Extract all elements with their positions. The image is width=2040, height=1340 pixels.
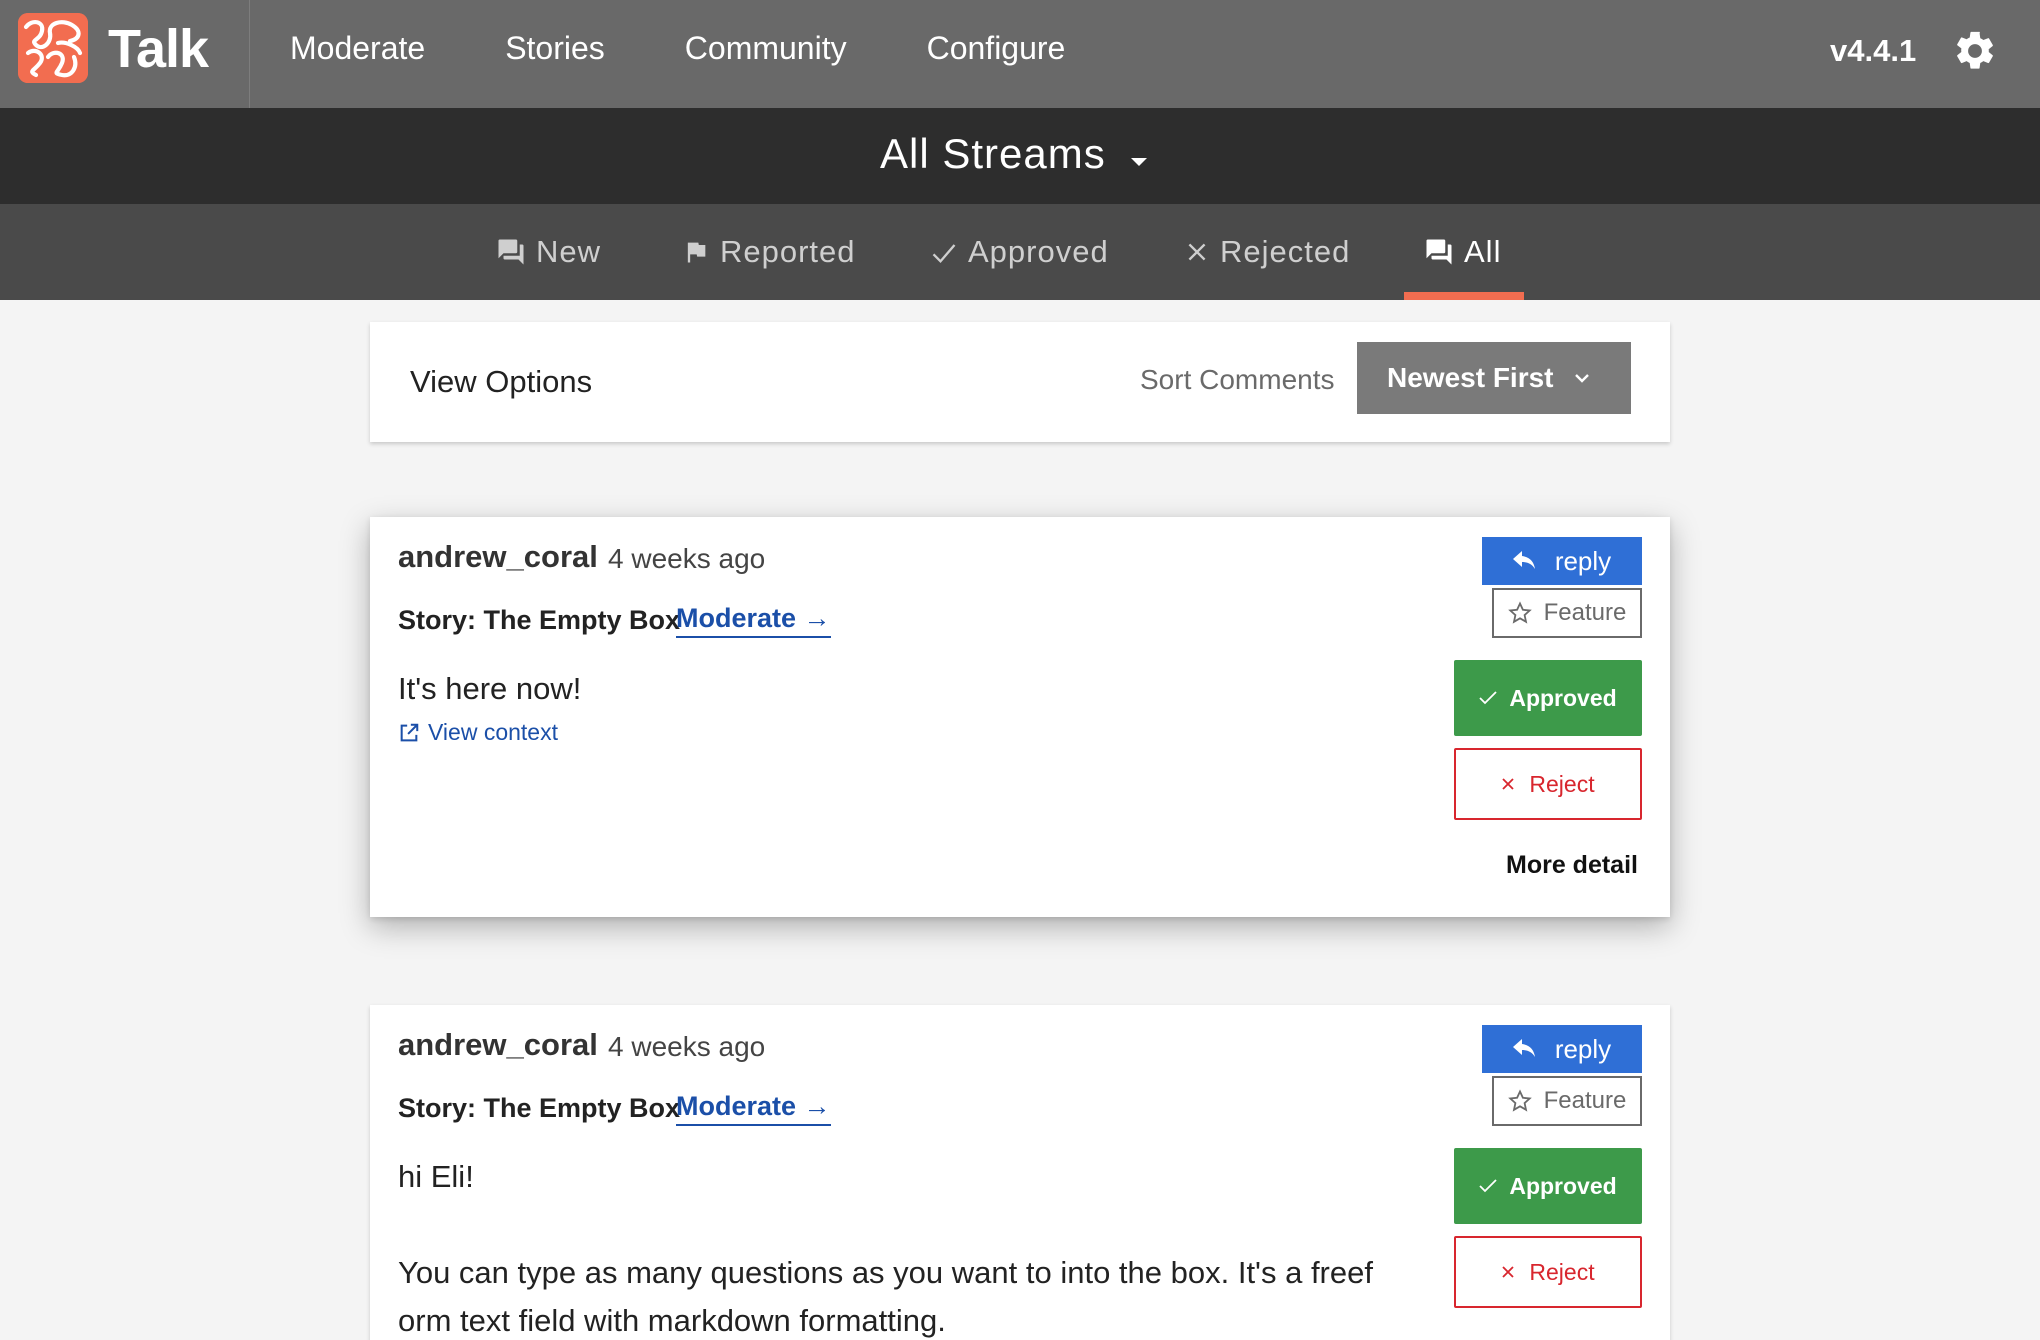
star-icon	[1507, 1089, 1532, 1112]
tab-rejected-label: Rejected	[1220, 234, 1351, 269]
close-icon	[1502, 778, 1515, 790]
reply-label: reply	[1554, 545, 1612, 576]
main-nav: Moderate Stories Community Configure	[290, 30, 1145, 67]
more-detail-link[interactable]: More detail	[1506, 851, 1638, 880]
view-options-title: View Options	[410, 364, 593, 399]
sort-comments-label: Sort Comments	[1140, 364, 1335, 395]
tab-approved-label: Approved	[968, 234, 1109, 269]
reject-button[interactable]: Reject	[1454, 1236, 1642, 1308]
top-header: Talk Moderate Stories Community Configur…	[0, 0, 2040, 108]
nav-community[interactable]: Community	[685, 30, 847, 67]
version-label: v4.4.1	[1830, 33, 1917, 68]
moderate-story-link[interactable]: Moderate →	[676, 603, 831, 638]
feature-label: Feature	[1543, 599, 1627, 626]
comment-timestamp: 4 weeks ago	[608, 543, 766, 574]
reply-label: reply	[1554, 1033, 1612, 1064]
approved-label: Approved	[1509, 684, 1617, 711]
close-icon	[1502, 1266, 1515, 1278]
active-tab-indicator	[1404, 292, 1524, 300]
moderation-tabs: New Reported Approved Rejected All	[0, 204, 2040, 300]
comment-card: andrew_coral 4 weeks ago Story: The Empt…	[370, 1005, 1670, 1340]
app-name: Talk	[108, 19, 209, 79]
moderate-story-link[interactable]: Moderate →	[676, 1091, 831, 1126]
check-icon	[1479, 1179, 1497, 1193]
comment-story: Story: The Empty Box	[398, 1093, 681, 1123]
flag-icon	[687, 242, 706, 263]
talk-logo-icon	[18, 13, 88, 83]
feature-button[interactable]: Feature	[1492, 588, 1642, 638]
approved-label: Approved	[1509, 1172, 1617, 1199]
comment-card: andrew_coral 4 weeks ago Story: The Empt…	[370, 517, 1670, 917]
comment-body: It's here now!	[398, 665, 1418, 761]
view-options-panel: View Options Sort Comments Newest First	[370, 322, 1670, 442]
chevron-down-icon	[1575, 374, 1589, 383]
reply-button[interactable]: reply	[1482, 1025, 1642, 1073]
sort-select[interactable]: Newest First	[1357, 342, 1631, 414]
stream-title: All Streams	[880, 130, 1106, 177]
star-icon	[1507, 601, 1532, 624]
reply-button[interactable]: reply	[1482, 537, 1642, 585]
chat-icon	[1426, 239, 1452, 265]
tab-reported-label: Reported	[720, 234, 856, 269]
nav-moderate[interactable]: Moderate	[290, 30, 425, 67]
view-context-label: View context	[428, 719, 558, 745]
approved-button[interactable]: Approved	[1454, 1148, 1642, 1224]
tab-all-label: All	[1464, 234, 1502, 269]
reject-label: Reject	[1529, 1258, 1595, 1285]
tab-rejected[interactable]: Rejected	[1184, 204, 1350, 300]
stream-bar: All Streams	[0, 108, 2040, 204]
comment-story: Story: The Empty Box	[398, 605, 681, 635]
tab-all[interactable]: All	[1424, 204, 1501, 300]
close-icon	[1188, 243, 1206, 261]
tab-new[interactable]: New	[496, 204, 601, 300]
tab-new-label: New	[536, 234, 602, 269]
external-link-icon	[400, 723, 419, 741]
tab-approved[interactable]: Approved	[930, 204, 1109, 300]
approved-button[interactable]: Approved	[1454, 660, 1642, 736]
reject-label: Reject	[1529, 770, 1595, 797]
check-icon	[932, 244, 956, 264]
tab-reported[interactable]: Reported	[682, 204, 856, 300]
feature-button[interactable]: Feature	[1492, 1076, 1642, 1126]
sort-select-value: Newest First	[1387, 362, 1554, 393]
comment-author[interactable]: andrew_coral	[398, 539, 598, 575]
view-context-link[interactable]: View context	[398, 719, 558, 746]
stream-selector[interactable]: All Streams	[880, 130, 1148, 178]
comment-text: You can type as many questions as you wa…	[398, 1255, 1373, 1338]
reply-icon	[1512, 551, 1535, 569]
feature-label: Feature	[1543, 1087, 1627, 1114]
reject-button[interactable]: Reject	[1454, 748, 1642, 820]
gear-icon[interactable]	[1952, 28, 1998, 74]
nav-stories[interactable]: Stories	[505, 30, 605, 67]
comment-text: It's here now!	[398, 671, 582, 706]
nav-configure[interactable]: Configure	[927, 30, 1066, 67]
reply-icon	[1512, 1039, 1535, 1057]
check-icon	[1479, 691, 1497, 705]
comment-author[interactable]: andrew_coral	[398, 1027, 598, 1063]
caret-down-icon	[1130, 154, 1148, 168]
comment-text: hi Eli!	[398, 1159, 474, 1194]
logo-block[interactable]: Talk	[0, 0, 250, 108]
comment-body: hi Eli! You can type as many questions a…	[398, 1153, 1418, 1340]
comment-timestamp: 4 weeks ago	[608, 1031, 766, 1062]
chat-icon	[498, 239, 524, 265]
